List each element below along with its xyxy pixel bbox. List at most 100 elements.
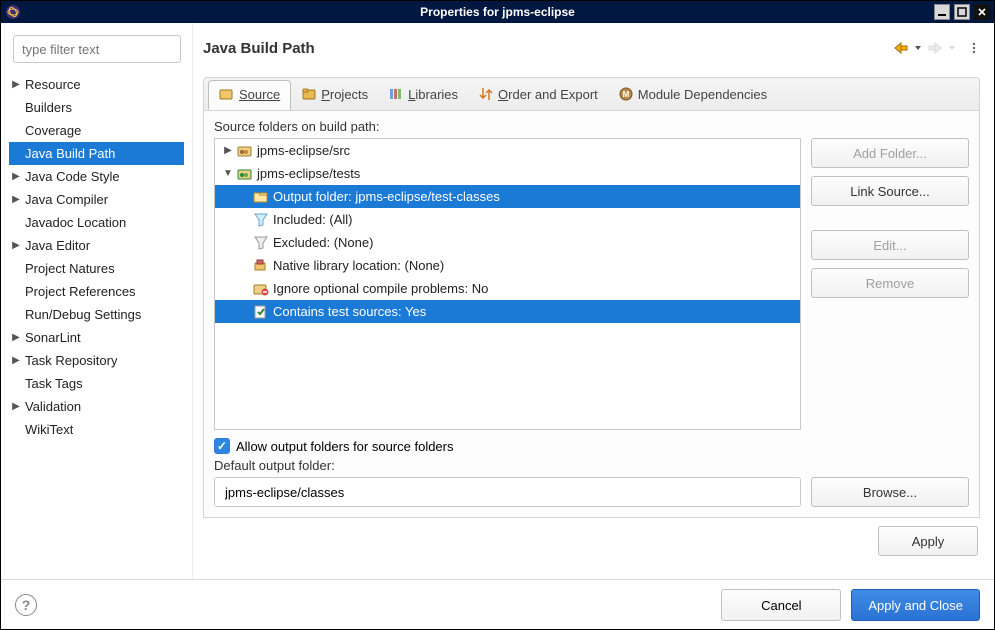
sidebar-item-resource[interactable]: ▶Resource — [9, 73, 184, 96]
source-folders-tree[interactable]: ▶ jpms-eclipse/src ▼ jpms-eclipse/tests … — [214, 138, 801, 430]
tab-module-deps[interactable]: M Module Dependencies — [608, 77, 777, 111]
back-icon[interactable] — [894, 42, 908, 54]
forward-menu-icon — [948, 44, 956, 52]
sidebar-item-label: Project Natures — [25, 261, 115, 276]
sidebar-item-project-references[interactable]: Project References — [9, 280, 184, 303]
projects-icon — [301, 86, 317, 102]
filter-include-icon — [253, 212, 269, 228]
tree-ignore-problems[interactable]: Ignore optional compile problems: No — [215, 277, 800, 300]
sidebar-item-task-repository[interactable]: ▶Task Repository — [9, 349, 184, 372]
titlebar: Properties for jpms-eclipse — [1, 1, 994, 23]
allow-output-label: Allow output folders for source folders — [236, 439, 454, 454]
tree-label: jpms-eclipse/tests — [257, 166, 360, 181]
sidebar-item-label: Java Compiler — [25, 192, 108, 207]
sidebar-item-label: Validation — [25, 399, 81, 414]
tree-included[interactable]: Included: (All) — [215, 208, 800, 231]
sidebar-item-label: Java Editor — [25, 238, 90, 253]
module-icon: M — [618, 86, 634, 102]
order-icon — [478, 86, 494, 102]
sidebar-item-coverage[interactable]: Coverage — [9, 119, 184, 142]
source-icon — [219, 87, 235, 103]
expand-icon[interactable]: ▶ — [9, 355, 23, 366]
sidebar-item-label: Task Tags — [25, 376, 83, 391]
tree-label: Ignore optional compile problems: No — [273, 281, 488, 296]
tree-src-folder[interactable]: ▶ jpms-eclipse/src — [215, 139, 800, 162]
sidebar-item-label: Java Code Style — [25, 169, 120, 184]
sidebar-item-sonarlint[interactable]: ▶SonarLint — [9, 326, 184, 349]
tab-order-export[interactable]: Order and Export — [468, 77, 608, 111]
tree-output-folder[interactable]: Output folder: jpms-eclipse/test-classes — [215, 185, 800, 208]
edit-button[interactable]: Edit... — [811, 230, 969, 260]
default-output-field[interactable] — [214, 477, 801, 507]
allow-output-checkbox[interactable] — [214, 438, 230, 454]
category-tree[interactable]: ▶ResourceBuilders Coverage Java Build Path… — [9, 73, 184, 441]
expand-icon[interactable]: ▶ — [9, 79, 23, 90]
expand-icon[interactable]: ▶ — [9, 332, 23, 343]
tree-label: Output folder: jpms-eclipse/test-classes — [273, 189, 500, 204]
sidebar-item-javadoc-location[interactable]: Javadoc Location — [9, 211, 184, 234]
test-sources-icon — [253, 304, 269, 320]
remove-button[interactable]: Remove — [811, 268, 969, 298]
sidebar-item-label: SonarLint — [25, 330, 81, 345]
tab-source[interactable]: Source — [208, 80, 291, 110]
tree-label: Included: (All) — [273, 212, 352, 227]
expand-icon[interactable]: ▶ — [9, 401, 23, 412]
close-button[interactable] — [974, 4, 990, 20]
back-menu-icon[interactable] — [914, 44, 922, 52]
dialog-footer: ? Cancel Apply and Close — [1, 579, 994, 630]
tab-projects[interactable]: Projects — [291, 77, 378, 111]
ignore-icon — [253, 281, 269, 297]
filter-exclude-icon — [253, 235, 269, 251]
package-folder-icon — [237, 143, 253, 159]
maximize-button[interactable] — [954, 4, 970, 20]
sidebar-item-run-debug-settings[interactable]: Run/Debug Settings — [9, 303, 184, 326]
tab-libraries[interactable]: Libraries — [378, 77, 468, 111]
sidebar-item-java-build-path[interactable]: Java Build Path — [9, 142, 184, 165]
expand-icon[interactable]: ▶ — [9, 240, 23, 251]
tree-label: Excluded: (None) — [273, 235, 373, 250]
tree-tests-folder[interactable]: ▼ jpms-eclipse/tests — [215, 162, 800, 185]
link-source-button[interactable]: Link Source... — [811, 176, 969, 206]
sidebar-item-java-compiler[interactable]: ▶Java Compiler — [9, 188, 184, 211]
sidebar-item-label: Project References — [25, 284, 136, 299]
output-folder-icon — [253, 189, 269, 205]
sidebar-item-label: Javadoc Location — [25, 215, 126, 230]
sidebar-item-label: Coverage — [25, 123, 81, 138]
sidebar-item-project-natures[interactable]: Project Natures — [9, 257, 184, 280]
expand-icon[interactable]: ▶ — [9, 171, 23, 182]
window-title: Properties for jpms-eclipse — [420, 5, 575, 19]
sidebar-item-builders[interactable]: Builders — [9, 96, 184, 119]
browse-button[interactable]: Browse... — [811, 477, 969, 507]
native-lib-icon — [253, 258, 269, 274]
help-icon[interactable]: ? — [15, 594, 37, 616]
default-output-label: Default output folder: — [214, 458, 969, 473]
category-sidebar: ▶ResourceBuilders Coverage Java Build Path… — [1, 23, 193, 579]
minimize-button[interactable] — [934, 4, 950, 20]
tree-contains-tests[interactable]: Contains test sources: Yes — [215, 300, 800, 323]
tree-native-lib[interactable]: Native library location: (None) — [215, 254, 800, 277]
sidebar-item-label: WikiText — [25, 422, 73, 437]
expand-icon[interactable]: ▶ — [221, 145, 235, 156]
collapse-icon[interactable]: ▼ — [221, 168, 235, 179]
sidebar-item-validation[interactable]: ▶Validation — [9, 395, 184, 418]
sidebar-item-task-tags[interactable]: Task Tags — [9, 372, 184, 395]
sidebar-item-label: Task Repository — [25, 353, 117, 368]
tree-excluded[interactable]: Excluded: (None) — [215, 231, 800, 254]
sidebar-item-label: Run/Debug Settings — [25, 307, 141, 322]
source-folders-label: Source folders on build path: — [214, 119, 969, 134]
eclipse-icon — [5, 4, 21, 20]
apply-button[interactable]: Apply — [878, 526, 978, 556]
svg-text:M: M — [622, 90, 629, 99]
apply-close-button[interactable]: Apply and Close — [851, 589, 980, 621]
package-folder-icon — [237, 166, 253, 182]
view-menu-icon[interactable] — [968, 42, 980, 54]
sidebar-item-java-code-style[interactable]: ▶Java Code Style — [9, 165, 184, 188]
add-folder-button[interactable]: Add Folder... — [811, 138, 969, 168]
sidebar-item-wikitext[interactable]: WikiText — [9, 418, 184, 441]
sidebar-item-java-editor[interactable]: ▶Java Editor — [9, 234, 184, 257]
expand-icon[interactable]: ▶ — [9, 194, 23, 205]
filter-input[interactable] — [13, 35, 181, 63]
tree-label: jpms-eclipse/src — [257, 143, 350, 158]
cancel-button[interactable]: Cancel — [721, 589, 841, 621]
tab-bar: Source Projects Libraries Order and Expo… — [203, 77, 980, 111]
